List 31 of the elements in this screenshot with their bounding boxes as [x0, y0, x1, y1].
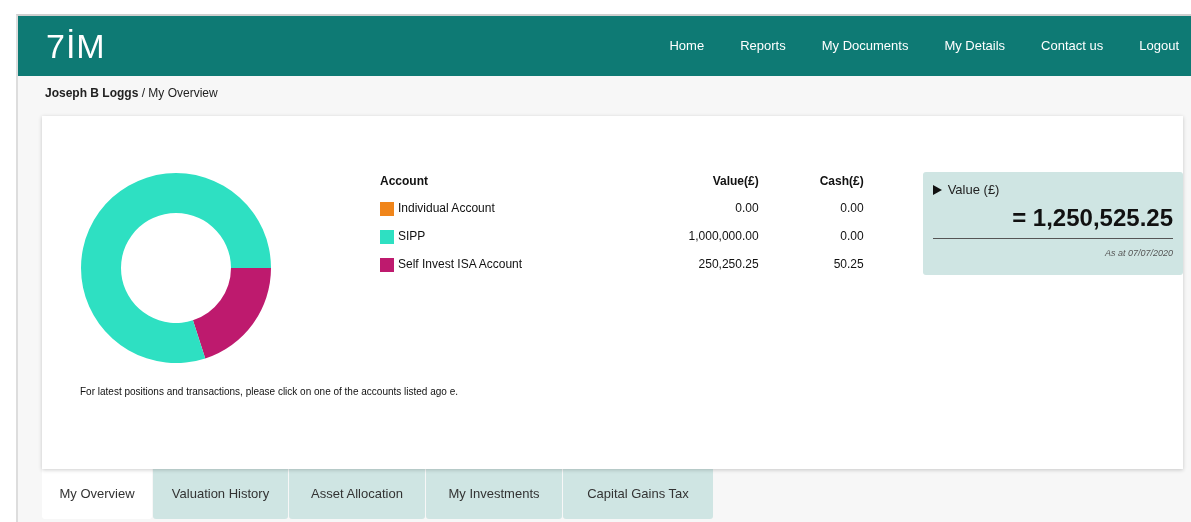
amount-cell: 50.25	[833, 257, 864, 271]
tab[interactable]: My Overview	[42, 469, 152, 519]
amount-cell: 0.00	[735, 201, 759, 215]
nav-link[interactable]: My Documents	[821, 36, 909, 56]
tab[interactable]: My Investments	[426, 469, 562, 519]
tab[interactable]: Capital Gains Tax	[563, 469, 713, 519]
nav-link[interactable]: My Details	[944, 36, 1006, 56]
nav-link[interactable]: Reports	[740, 36, 786, 56]
breadcrumb-page: / My Overview	[141, 86, 218, 100]
amount-cell: 1,000,000.00	[688, 229, 759, 243]
as-at-date: As at 07/07/2020	[1104, 247, 1173, 258]
amount-cell: 250,250.25	[698, 257, 759, 271]
tab[interactable]: Asset Allocation	[289, 469, 425, 519]
column-header: Value(£)	[712, 174, 759, 188]
amount-cell: 0.00	[840, 201, 864, 215]
instruction-text: For latest positions and transactions, please click on one of the accounts listed ago e.	[80, 386, 458, 397]
logo[interactable]: 7İM	[46, 20, 106, 72]
column-header: Cash(£)	[819, 174, 864, 188]
account-link[interactable]: Self Invest ISA Account	[398, 257, 523, 271]
amount-cell: 0.00	[840, 229, 864, 243]
nav-link[interactable]: Home	[669, 36, 705, 56]
total-label: Value (£)	[947, 181, 1000, 199]
account-link[interactable]: SIPP	[398, 229, 426, 243]
account-link[interactable]: Individual Account	[398, 201, 495, 215]
nav-link[interactable]: Logout	[1139, 36, 1179, 56]
column-header: Account	[380, 174, 428, 188]
total-amount: = 1,250,525.25	[1012, 203, 1173, 231]
nav-link[interactable]: Contact us	[1041, 36, 1104, 56]
triangle-icon[interactable]	[932, 184, 942, 195]
breadcrumb-user[interactable]: Joseph B Loggs	[45, 86, 139, 100]
tab[interactable]: Valuation History	[153, 469, 288, 519]
